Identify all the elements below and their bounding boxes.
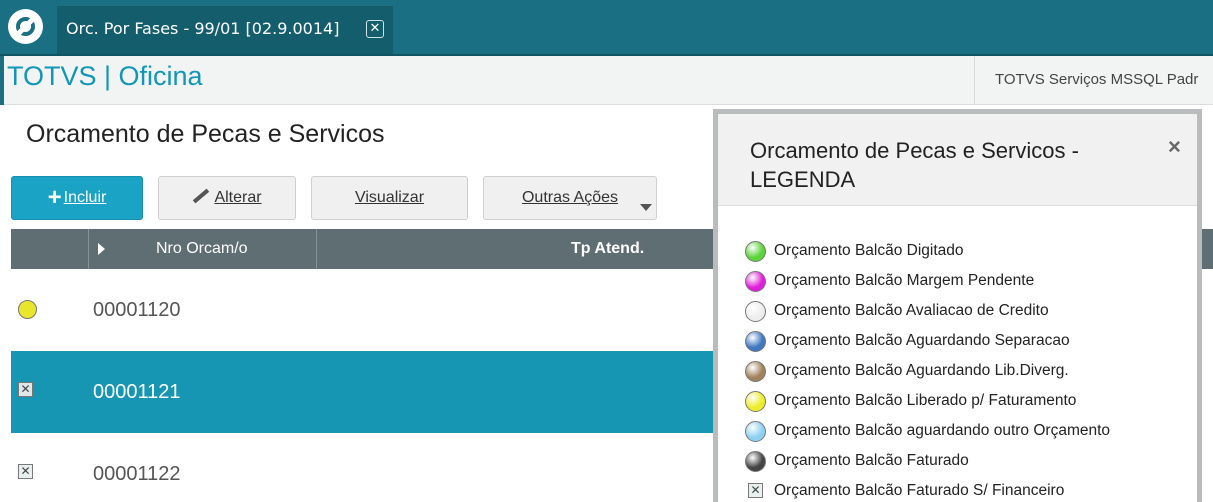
orcamento-number: 00001120 bbox=[93, 299, 181, 321]
alterar-button[interactable]: Alterar bbox=[158, 176, 296, 220]
table-row[interactable]: 00001120 bbox=[11, 269, 715, 351]
legend-item-label: Orçamento Balcão Faturado S/ Financeiro bbox=[774, 482, 1065, 499]
yellow-dot-icon bbox=[745, 391, 766, 412]
app-header-accent bbox=[0, 56, 4, 105]
legend-dialog-title: Orcamento de Pecas e Servicos - LEGENDA bbox=[750, 138, 1079, 192]
column-separator bbox=[88, 229, 89, 269]
tab-close-icon[interactable]: ✕ bbox=[366, 20, 384, 38]
plus-icon: + bbox=[47, 184, 62, 211]
legend-item-label: Orçamento Balcão Avaliacao de Credito bbox=[774, 302, 1049, 319]
pencil-icon bbox=[193, 188, 210, 204]
black-dot-icon bbox=[745, 451, 766, 472]
page-title: Orcamento de Pecas e Servicos bbox=[26, 120, 385, 148]
tab-title: Orc. Por Fases - 99/01 [02.9.0014] bbox=[66, 19, 340, 38]
visualizar-label: Visualizar bbox=[354, 189, 425, 206]
environment-label: TOTVS Serviços MSSQL Padr bbox=[974, 56, 1213, 105]
table-row-selected[interactable]: ✕ 00001121 bbox=[11, 351, 715, 433]
close-icon[interactable]: × bbox=[1168, 134, 1181, 160]
x-box-status-icon: ✕ bbox=[18, 382, 33, 397]
window-titlebar: Orc. Por Fases - 99/01 [02.9.0014] ✕ bbox=[0, 0, 1213, 56]
white-dot-icon bbox=[745, 301, 766, 322]
app-header: TOTVS | Oficina TOTVS Serviços MSSQL Pad… bbox=[0, 56, 1213, 105]
visualizar-button[interactable]: Visualizar bbox=[311, 176, 468, 220]
legend-item-label: Orçamento Balcão Aguardando Separacao bbox=[774, 332, 1070, 349]
app-title: TOTVS | Oficina bbox=[7, 61, 203, 91]
legend-item-label: Orçamento Balcão Digitado bbox=[774, 242, 964, 259]
legend-item-label: Orçamento Balcão aguardando outro Orçame… bbox=[774, 422, 1111, 439]
brown-dot-icon bbox=[745, 361, 766, 382]
dropdown-caret-icon bbox=[640, 204, 652, 211]
column-header-tp-atend[interactable]: Tp Atend. bbox=[571, 240, 644, 258]
green-dot-icon bbox=[745, 241, 766, 262]
magenta-dot-icon bbox=[745, 271, 766, 292]
legend-item-label: Orçamento Balcão Faturado bbox=[774, 452, 969, 469]
legend-item-label: Orçamento Balcão Liberado p/ Faturamento bbox=[774, 392, 1077, 409]
legend-item-label: Orçamento Balcão Margem Pendente bbox=[774, 272, 1035, 289]
grid-header: Nro Orcam/o Tp Atend. bbox=[11, 229, 715, 269]
column-separator bbox=[316, 229, 317, 269]
x-box-icon: ✕ bbox=[748, 483, 763, 498]
x-box-status-icon: ✕ bbox=[18, 464, 33, 479]
row-pointer-icon bbox=[98, 243, 105, 255]
legend-item-label: Orçamento Balcão Aguardando Lib.Diverg. bbox=[774, 362, 1069, 379]
column-header-nro-orcamento[interactable]: Nro Orcam/o bbox=[156, 240, 248, 258]
orcamento-number: 00001121 bbox=[93, 381, 181, 403]
legend-dialog: Orcamento de Pecas e Servicos - LEGENDA … bbox=[713, 109, 1202, 502]
light-blue-dot-icon bbox=[745, 421, 766, 442]
legend-dialog-header: Orcamento de Pecas e Servicos - LEGENDA … bbox=[718, 114, 1197, 206]
yellow-status-icon bbox=[18, 300, 37, 319]
orcamento-number: 00001122 bbox=[93, 463, 181, 485]
incluir-label: Incluir bbox=[63, 189, 107, 206]
grid-header-edge bbox=[1201, 229, 1213, 269]
alterar-label: Alterar bbox=[214, 189, 262, 206]
incluir-button[interactable]: + Incluir bbox=[11, 176, 143, 220]
tab-orc-por-fases[interactable]: Orc. Por Fases - 99/01 [02.9.0014] ✕ bbox=[57, 6, 393, 54]
outras-acoes-label: Outras Ações bbox=[521, 189, 619, 206]
blue-dot-icon bbox=[745, 331, 766, 352]
outras-acoes-button[interactable]: Outras Ações bbox=[483, 176, 657, 220]
totvs-logo-icon[interactable] bbox=[8, 9, 43, 44]
table-row[interactable]: ✕ 00001122 bbox=[11, 433, 715, 502]
